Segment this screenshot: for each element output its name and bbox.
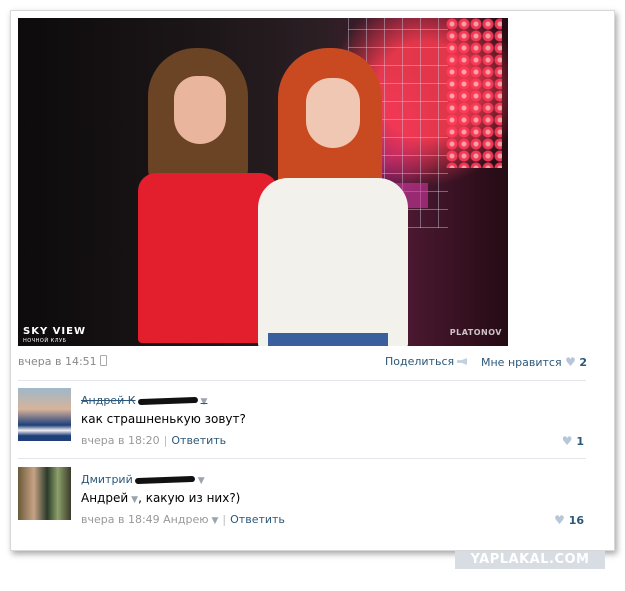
mobile-icon — [99, 355, 107, 366]
comment-timestamp[interactable]: вчера в 18:49 — [81, 513, 160, 526]
comment-meta: вчера в 18:20 | Ответить — [81, 434, 227, 447]
megaphone-icon — [457, 358, 468, 365]
comment-author[interactable]: Андрей К ▼ — [81, 394, 207, 407]
reply-button[interactable]: Ответить — [230, 513, 285, 526]
post-card: SKY VIEW НОЧНОЙ КЛУБ PLATONOV вчера в 14… — [10, 10, 615, 551]
comment-text: Андрей ▼, какую из них?) — [81, 491, 241, 505]
site-watermark: YAPLAKAL.COM — [455, 551, 605, 569]
avatar[interactable] — [18, 388, 71, 441]
dropdown-arrow-icon: ▼ — [211, 516, 219, 526]
reply-button[interactable]: Ответить — [171, 434, 226, 447]
comment-item: Андрей К ▼ как страшненькую зовут? вчера … — [18, 388, 586, 448]
divider — [18, 458, 586, 459]
photographer-watermark: PLATONOV — [449, 328, 502, 337]
heart-icon: ♥ — [554, 513, 565, 527]
dropdown-arrow-icon[interactable]: ▼ — [198, 476, 205, 486]
background-lights — [446, 18, 502, 168]
comment-like-button[interactable]: ♥ 16 — [554, 513, 584, 527]
reply-to-link[interactable]: Андрею — [163, 513, 208, 526]
like-button[interactable]: Мне нравится ♥ 2 — [481, 355, 587, 369]
censor-scribble — [134, 475, 195, 485]
comment-like-count: 1 — [576, 435, 584, 448]
post-meta: вчера в 14:51 Поделиться Мне нравится ♥ … — [18, 355, 596, 373]
share-button[interactable]: Поделиться — [385, 355, 468, 368]
divider — [18, 380, 586, 381]
comment-item: Дмитрий ▼ Андрей ▼, какую из них?) вчера в… — [18, 467, 586, 527]
comment-text: как страшненькую зовут? — [81, 412, 246, 426]
comment-meta: вчера в 18:49 Андрею ▼ | Ответить — [81, 513, 285, 526]
club-watermark: SKY VIEW НОЧНОЙ КЛУБ — [23, 326, 86, 344]
heart-icon: ♥ — [565, 355, 576, 369]
post-photo[interactable]: SKY VIEW НОЧНОЙ КЛУБ PLATONOV — [18, 18, 508, 346]
avatar[interactable] — [18, 467, 71, 520]
heart-icon: ♥ — [561, 434, 573, 448]
comment-author[interactable]: Дмитрий ▼ — [81, 473, 205, 486]
comment-like-button[interactable]: ♥ 1 — [562, 434, 584, 448]
photo-person-right — [248, 48, 408, 346]
post-timestamp[interactable]: вчера в 14:51 — [18, 355, 107, 368]
comment-like-count: 16 — [568, 514, 584, 527]
censor-scribble — [137, 396, 198, 406]
comment-timestamp[interactable]: вчера в 18:20 — [81, 434, 160, 447]
like-count: 2 — [579, 356, 587, 369]
dropdown-arrow-icon[interactable]: ▼ — [201, 397, 208, 407]
